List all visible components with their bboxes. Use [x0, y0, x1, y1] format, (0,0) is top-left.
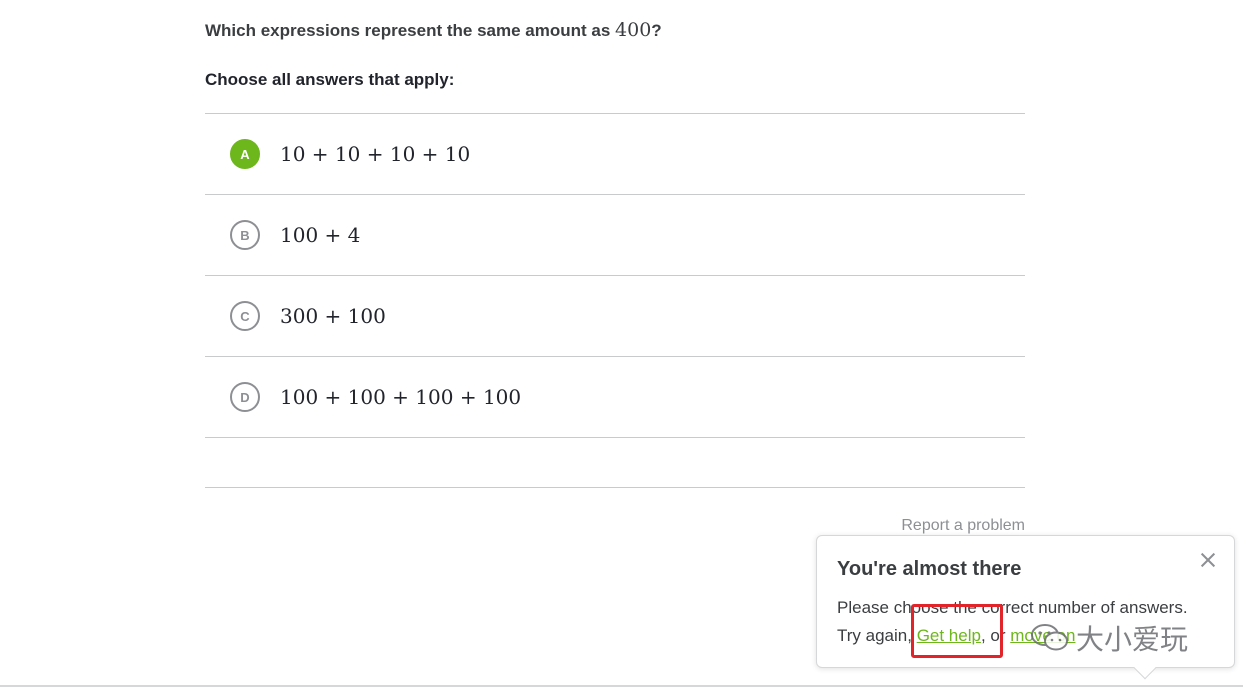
- choice-b[interactable]: B 100 + 4: [205, 195, 1025, 276]
- choice-b-expression: 100 + 4: [280, 223, 361, 247]
- choice-a-letter: A: [230, 139, 260, 169]
- choice-c[interactable]: C 300 + 100: [205, 276, 1025, 357]
- choice-a[interactable]: A 10 + 10 + 10 + 10: [205, 114, 1025, 195]
- choice-c-expression: 300 + 100: [280, 304, 386, 328]
- instruction-text: Choose all answers that apply:: [205, 70, 455, 89]
- report-problem-link[interactable]: Report a problem: [901, 517, 1025, 535]
- highlight-box: [911, 604, 1003, 658]
- try-again-text: Try again,: [837, 626, 917, 645]
- bottom-divider: [0, 685, 1243, 687]
- popover-arrow: [1133, 656, 1157, 680]
- choice-list: A 10 + 10 + 10 + 10 B 100 + 4 C 300 + 10…: [205, 113, 1025, 488]
- choice-b-letter: B: [230, 220, 260, 250]
- question-text: Which expressions represent the same amo…: [205, 19, 662, 41]
- popover-title: You're almost there: [837, 558, 1022, 580]
- question-number: 400: [615, 19, 652, 41]
- question-prompt: Which expressions represent the same amo…: [205, 21, 616, 40]
- wechat-icon: [1031, 624, 1068, 651]
- choice-d[interactable]: D 100 + 100 + 100 + 100: [205, 357, 1025, 438]
- choice-a-expression: 10 + 10 + 10 + 10: [280, 142, 471, 166]
- choice-c-letter: C: [230, 301, 260, 331]
- choices-footer-spacer: [205, 438, 1025, 488]
- close-icon[interactable]: [1198, 550, 1218, 570]
- choice-d-expression: 100 + 100 + 100 + 100: [280, 385, 522, 409]
- watermark: 大小爱玩: [1030, 618, 1188, 658]
- choice-d-letter: D: [230, 382, 260, 412]
- question-end: ?: [651, 21, 662, 40]
- watermark-text: 大小爱玩: [1076, 624, 1189, 655]
